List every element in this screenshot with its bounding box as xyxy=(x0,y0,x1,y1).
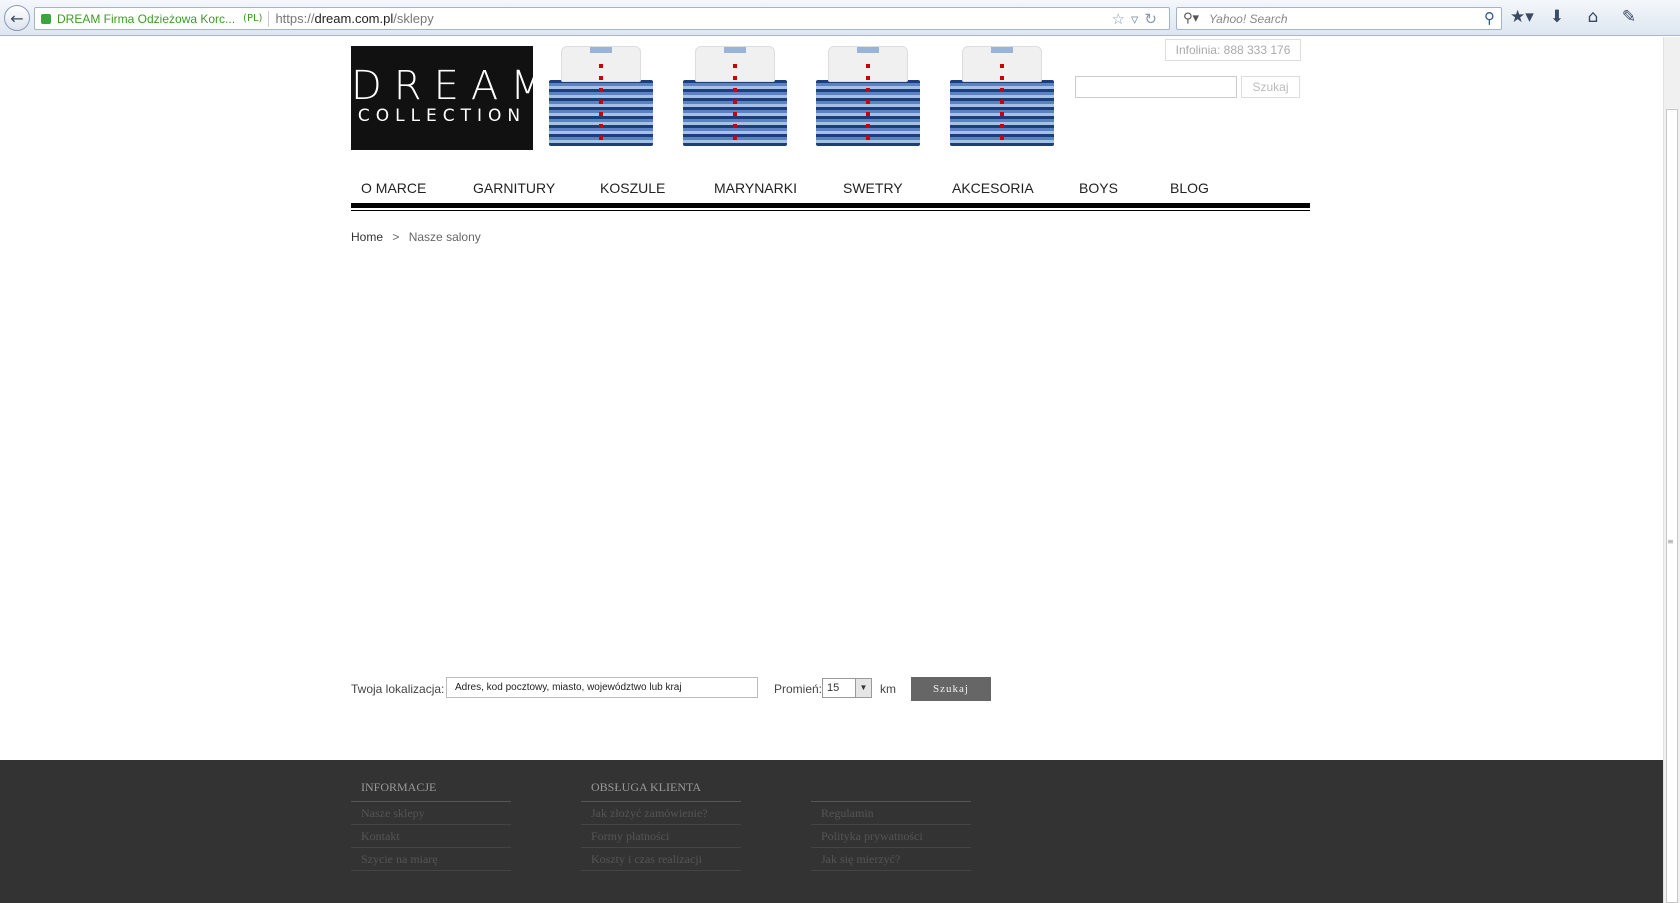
bookmarks-icon[interactable]: ★▾ xyxy=(1510,7,1534,27)
url-actions: ☆▿↻ xyxy=(1111,10,1163,28)
shirt-stack-image xyxy=(814,46,922,150)
nav-item-akcesoria[interactable]: AKCESORIA xyxy=(952,180,1034,196)
nav-item-koszule[interactable]: KOSZULE xyxy=(600,180,665,196)
breadcrumb-home[interactable]: Home xyxy=(351,230,383,244)
nav-item-swetry[interactable]: SWETRY xyxy=(843,180,903,196)
footer-link[interactable]: Kontakt xyxy=(351,825,511,848)
store-locator-form: Twoja lokalizacja: Adres, kod pocztowy, … xyxy=(351,677,1051,703)
infolinia-phone: Infolinia: 888 333 176 xyxy=(1165,39,1301,61)
nav-item-marynarki[interactable]: MARYNARKI xyxy=(714,180,797,196)
search-go-icon[interactable]: ⚲ xyxy=(1484,9,1495,27)
url-path: /sklepy xyxy=(393,11,434,26)
footer-heading xyxy=(811,778,971,802)
radius-select[interactable]: 15 ▼ xyxy=(822,678,872,698)
divider xyxy=(268,10,270,27)
main-nav: O MARCE GARNITURY KOSZULE MARYNARKI SWET… xyxy=(351,176,1310,204)
reload-icon[interactable]: ↻ xyxy=(1144,10,1163,28)
site-country: (PL) xyxy=(243,13,263,24)
star-icon[interactable]: ☆ xyxy=(1111,10,1130,28)
home-icon[interactable]: ⌂ xyxy=(1582,7,1604,27)
footer-link[interactable]: Jak się mierzyć? xyxy=(811,848,971,871)
shirt-stack-image xyxy=(547,46,655,150)
search-bar[interactable]: ⚲▾ Yahoo! Search ⚲ xyxy=(1176,7,1502,30)
shirt-stack-image xyxy=(681,46,789,150)
nav-item-o-marce[interactable]: O MARCE xyxy=(361,180,426,196)
search-engine-icon[interactable]: ⚲▾ xyxy=(1183,11,1199,26)
nav-divider-thin xyxy=(351,210,1310,211)
footer-link[interactable]: Nasze sklepy xyxy=(351,802,511,825)
footer-heading: OBSŁUGA KLIENTA xyxy=(581,778,741,802)
site-identity[interactable]: DREAM Firma Odzieżowa Korc... xyxy=(57,12,235,26)
nav-item-garnitury[interactable]: GARNITURY xyxy=(473,180,555,196)
vertical-scrollbar[interactable]: ≡ xyxy=(1663,37,1680,903)
header-search-input[interactable] xyxy=(1075,76,1237,98)
nav-divider xyxy=(351,203,1310,208)
brand-logo[interactable]: DREAM COLLECTION xyxy=(351,46,557,150)
scrollbar-thumb[interactable] xyxy=(1666,109,1678,903)
address-bar[interactable]: DREAM Firma Odzieżowa Korc... (PL) https… xyxy=(34,7,1170,30)
toolbar-icons: ★▾ ⬇ ⌂ ✎ xyxy=(1510,7,1640,27)
footer-link[interactable]: Regulamin xyxy=(811,802,971,825)
url-prefix: https:// xyxy=(275,11,315,26)
chevron-down-icon[interactable]: ▼ xyxy=(855,679,871,697)
radius-value: 15 xyxy=(827,682,840,694)
breadcrumb-separator: > xyxy=(392,230,400,244)
nav-item-boys[interactable]: BOYS xyxy=(1079,180,1118,196)
location-input[interactable]: Adres, kod pocztowy, miasto, województwo… xyxy=(446,677,758,698)
lock-icon xyxy=(41,13,51,24)
footer-column-informacje: INFORMACJE Nasze sklepy Kontakt Szycie n… xyxy=(351,778,511,871)
footer-column-legal: Regulamin Polityka prywatności Jak się m… xyxy=(811,778,971,871)
footer-column-obsluga-klienta: OBSŁUGA KLIENTA Jak złożyć zamówienie? F… xyxy=(581,778,741,871)
radius-unit: km xyxy=(880,682,896,696)
breadcrumb-current: Nasze salony xyxy=(408,230,481,244)
footer-link[interactable]: Koszty i czas realizacji xyxy=(581,848,741,871)
search-placeholder: Yahoo! Search xyxy=(1209,11,1288,26)
footer: INFORMACJE Nasze sklepy Kontakt Szycie n… xyxy=(0,760,1663,903)
location-label: Twoja lokalizacja: xyxy=(351,682,445,696)
back-arrow-icon[interactable]: ← xyxy=(4,5,30,31)
shirt-stack-image xyxy=(948,46,1056,150)
addon-icon[interactable]: ✎ xyxy=(1618,7,1640,27)
scrollbar-grip-icon: ≡ xyxy=(1667,537,1674,546)
header-search-button[interactable]: Szukaj xyxy=(1241,76,1300,98)
nav-item-blog[interactable]: BLOG xyxy=(1170,180,1209,196)
url-domain: dream.com.pl xyxy=(314,11,394,26)
download-icon[interactable]: ⬇ xyxy=(1546,7,1568,27)
logo-line2: COLLECTION xyxy=(357,106,527,126)
locator-search-button[interactable]: Szukaj xyxy=(911,677,991,701)
footer-link[interactable]: Szycie na miarę xyxy=(351,848,511,871)
footer-link[interactable]: Polityka prywatności xyxy=(811,825,971,848)
logo-line1: DREAM xyxy=(351,63,557,109)
browser-toolbar: ← DREAM Firma Odzieżowa Korc... (PL) htt… xyxy=(0,0,1680,36)
radius-label: Promień: xyxy=(774,682,823,696)
url-text[interactable]: https://dream.com.pl/sklepy xyxy=(275,11,433,26)
footer-heading: INFORMACJE xyxy=(351,778,511,802)
footer-link[interactable]: Formy płatności xyxy=(581,825,741,848)
breadcrumb: Home > Nasze salony xyxy=(351,230,481,244)
dropdown-arrow-icon[interactable]: ▿ xyxy=(1131,10,1145,28)
footer-link[interactable]: Jak złożyć zamówienie? xyxy=(581,802,741,825)
